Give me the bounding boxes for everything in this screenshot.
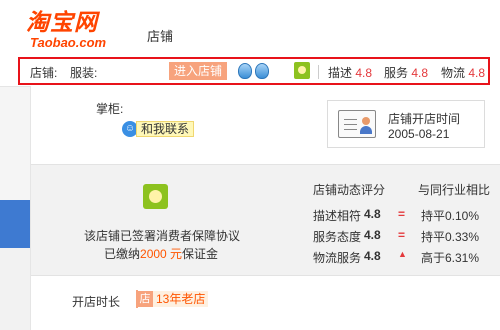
score-row-label: 描述相符 <box>313 209 362 223</box>
diamond-rank-icon <box>238 63 252 79</box>
score-row-compare: 高于6.31% <box>421 251 480 265</box>
score-row-compare: 持平0.33% <box>421 230 480 244</box>
consumer-protection-icon <box>143 184 168 209</box>
guarantee-agreement-text: 该店铺已签署消费者保障协议 <box>84 229 241 243</box>
left-sidebar-band <box>0 86 30 200</box>
score-row-value: 4.8 <box>364 207 381 221</box>
rating-label: 描述 <box>328 66 353 80</box>
shop-age-value: 13年老店 <box>153 291 209 307</box>
equal-icon: = <box>398 228 406 242</box>
taobao-logo[interactable]: 淘宝网 Taobao.com <box>26 10 106 50</box>
shopkeeper-label: 掌柜: <box>96 102 124 116</box>
rating-logistics: 物流 4.8 <box>441 64 485 81</box>
rating-score: 4.8 <box>468 66 486 80</box>
deposit-line: 已缴纳2000 元保证金 <box>104 245 218 262</box>
diamond-rank-icon <box>255 63 269 79</box>
dynamic-score-title: 店铺动态评分 <box>313 183 386 197</box>
up-arrow-icon: ▲ <box>398 249 407 259</box>
rating-description: 描述 4.8 <box>328 64 372 81</box>
id-card-icon <box>338 110 376 138</box>
shop-category: 服装: <box>70 66 98 80</box>
contact-me-label: 和我联系 <box>136 121 195 137</box>
left-sidebar-active[interactable] <box>0 200 30 248</box>
shop-open-date-card: 店铺开店时间 2005-08-21 <box>327 100 485 148</box>
rating-service: 服务 4.8 <box>384 64 428 81</box>
logo-text-cn: 淘宝网 <box>26 10 98 36</box>
score-row-value: 4.8 <box>364 228 381 242</box>
shop-label: 店铺: <box>30 66 58 80</box>
industry-compare-title: 与同行业相比 <box>418 183 491 197</box>
deposit-prefix: 已缴纳 <box>104 247 141 261</box>
rating-score: 4.8 <box>411 66 429 80</box>
score-row-compare: 持平0.10% <box>421 209 480 223</box>
header: 淘宝网 Taobao.com 店铺 <box>0 0 500 58</box>
divider <box>318 65 319 79</box>
enter-shop-button[interactable]: 进入店铺 <box>169 62 227 80</box>
score-row-label: 物流服务 <box>313 251 362 265</box>
shop-age-label: 开店时长 <box>72 295 121 309</box>
logo-text-en: Taobao.com <box>30 35 107 50</box>
rating-score: 4.8 <box>355 66 373 80</box>
equal-icon: = <box>398 207 406 221</box>
shop-info-strip: 店铺: 服装: 进入店铺 描述 4.8 服务 4.8 物流 4.8 <box>18 57 490 85</box>
score-row-label: 服务态度 <box>313 230 362 244</box>
shop-age-badge: 店 13年老店 <box>136 290 209 308</box>
left-sidebar-lower <box>0 248 30 330</box>
open-date-title: 店铺开店时间 <box>388 112 461 126</box>
rating-label: 物流 <box>441 66 466 80</box>
deposit-suffix: 保证金 <box>182 247 219 261</box>
rating-label: 服务 <box>384 66 409 80</box>
shop-icon: 店 <box>137 291 153 307</box>
nav-shop-label[interactable]: 店铺 <box>147 26 173 45</box>
deposit-amount: 2000 元 <box>140 247 183 261</box>
consumer-protection-icon <box>294 62 310 79</box>
open-date-value: 2005-08-21 <box>388 127 450 141</box>
score-row-value: 4.8 <box>364 249 381 263</box>
